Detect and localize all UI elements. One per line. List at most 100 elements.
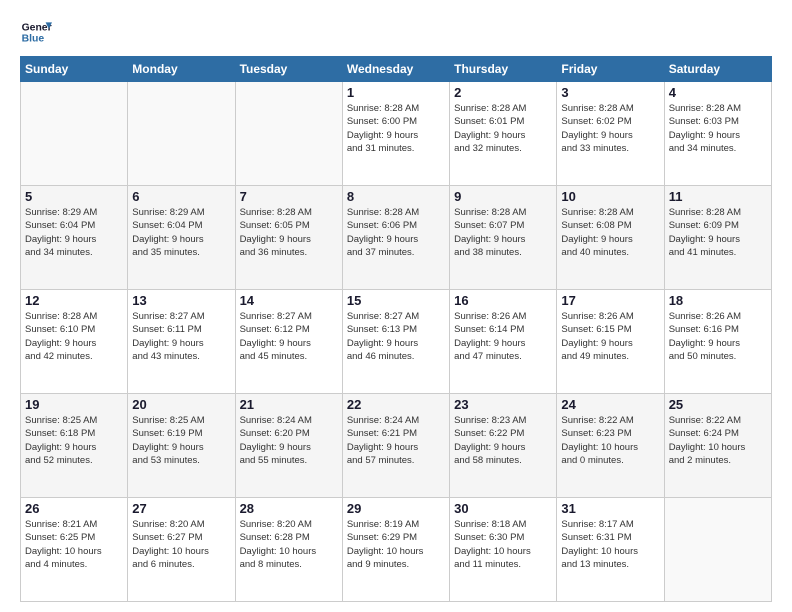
day-cell <box>21 82 128 186</box>
day-info: Sunrise: 8:25 AM Sunset: 6:18 PM Dayligh… <box>25 414 123 467</box>
day-info: Sunrise: 8:29 AM Sunset: 6:04 PM Dayligh… <box>132 206 230 259</box>
day-info: Sunrise: 8:18 AM Sunset: 6:30 PM Dayligh… <box>454 518 552 571</box>
day-cell: 18 Sunrise: 8:26 AM Sunset: 6:16 PM Dayli… <box>664 290 771 394</box>
day-info: Sunrise: 8:28 AM Sunset: 6:09 PM Dayligh… <box>669 206 767 259</box>
week-row-5: 26 Sunrise: 8:21 AM Sunset: 6:25 PM Dayli… <box>21 498 772 602</box>
day-cell: 11 Sunrise: 8:28 AM Sunset: 6:09 PM Dayli… <box>664 186 771 290</box>
day-number: 26 <box>25 501 123 516</box>
day-cell: 22 Sunrise: 8:24 AM Sunset: 6:21 PM Dayli… <box>342 394 449 498</box>
weekday-header-row: SundayMondayTuesdayWednesdayThursdayFrid… <box>21 57 772 82</box>
day-info: Sunrise: 8:23 AM Sunset: 6:22 PM Dayligh… <box>454 414 552 467</box>
day-cell: 3 Sunrise: 8:28 AM Sunset: 6:02 PM Daylig… <box>557 82 664 186</box>
day-number: 27 <box>132 501 230 516</box>
day-cell: 23Sunrise: 8:23 AM Sunset: 6:22 PM Dayli… <box>450 394 557 498</box>
weekday-tuesday: Tuesday <box>235 57 342 82</box>
week-row-4: 19Sunrise: 8:25 AM Sunset: 6:18 PM Dayli… <box>21 394 772 498</box>
day-info: Sunrise: 8:28 AM Sunset: 6:03 PM Dayligh… <box>669 102 767 155</box>
day-number: 31 <box>561 501 659 516</box>
day-cell: 21 Sunrise: 8:24 AM Sunset: 6:20 PM Dayli… <box>235 394 342 498</box>
day-number: 3 <box>561 85 659 100</box>
day-cell: 26 Sunrise: 8:21 AM Sunset: 6:25 PM Dayli… <box>21 498 128 602</box>
day-info: Sunrise: 8:28 AM Sunset: 6:00 PM Dayligh… <box>347 102 445 155</box>
day-cell: 27 Sunrise: 8:20 AM Sunset: 6:27 PM Dayli… <box>128 498 235 602</box>
day-cell: 14Sunrise: 8:27 AM Sunset: 6:12 PM Dayli… <box>235 290 342 394</box>
week-row-3: 12 Sunrise: 8:28 AM Sunset: 6:10 PM Dayli… <box>21 290 772 394</box>
logo: General Blue <box>20 16 52 48</box>
day-number: 18 <box>669 293 767 308</box>
day-number: 6 <box>132 189 230 204</box>
day-number: 28 <box>240 501 338 516</box>
day-info: Sunrise: 8:29 AM Sunset: 6:04 PM Dayligh… <box>25 206 123 259</box>
day-number: 13 <box>132 293 230 308</box>
day-info: Sunrise: 8:22 AM Sunset: 6:24 PM Dayligh… <box>669 414 767 467</box>
day-cell: 13 Sunrise: 8:27 AM Sunset: 6:11 PM Dayli… <box>128 290 235 394</box>
day-info: Sunrise: 8:19 AM Sunset: 6:29 PM Dayligh… <box>347 518 445 571</box>
day-cell: 20 Sunrise: 8:25 AM Sunset: 6:19 PM Dayli… <box>128 394 235 498</box>
day-info: Sunrise: 8:28 AM Sunset: 6:02 PM Dayligh… <box>561 102 659 155</box>
day-cell: 15 Sunrise: 8:27 AM Sunset: 6:13 PM Dayli… <box>342 290 449 394</box>
week-row-2: 5 Sunrise: 8:29 AM Sunset: 6:04 PM Daylig… <box>21 186 772 290</box>
day-cell: 25 Sunrise: 8:22 AM Sunset: 6:24 PM Dayli… <box>664 394 771 498</box>
day-number: 14 <box>240 293 338 308</box>
day-cell: 7 Sunrise: 8:28 AM Sunset: 6:05 PM Daylig… <box>235 186 342 290</box>
day-cell: 2Sunrise: 8:28 AM Sunset: 6:01 PM Daylig… <box>450 82 557 186</box>
day-info: Sunrise: 8:21 AM Sunset: 6:25 PM Dayligh… <box>25 518 123 571</box>
day-number: 12 <box>25 293 123 308</box>
day-info: Sunrise: 8:28 AM Sunset: 6:07 PM Dayligh… <box>454 206 552 259</box>
svg-text:Blue: Blue <box>22 34 45 45</box>
day-cell: 28Sunrise: 8:20 AM Sunset: 6:28 PM Dayli… <box>235 498 342 602</box>
day-cell: 6 Sunrise: 8:29 AM Sunset: 6:04 PM Daylig… <box>128 186 235 290</box>
day-info: Sunrise: 8:25 AM Sunset: 6:19 PM Dayligh… <box>132 414 230 467</box>
day-cell <box>235 82 342 186</box>
day-info: Sunrise: 8:20 AM Sunset: 6:27 PM Dayligh… <box>132 518 230 571</box>
day-info: Sunrise: 8:26 AM Sunset: 6:14 PM Dayligh… <box>454 310 552 363</box>
weekday-friday: Friday <box>557 57 664 82</box>
day-number: 4 <box>669 85 767 100</box>
day-cell: 30 Sunrise: 8:18 AM Sunset: 6:30 PM Dayli… <box>450 498 557 602</box>
day-cell: 8Sunrise: 8:28 AM Sunset: 6:06 PM Daylig… <box>342 186 449 290</box>
day-cell: 17Sunrise: 8:26 AM Sunset: 6:15 PM Dayli… <box>557 290 664 394</box>
day-number: 17 <box>561 293 659 308</box>
page: General Blue SundayMondayTuesdayWednesda… <box>0 0 792 612</box>
day-number: 11 <box>669 189 767 204</box>
day-number: 10 <box>561 189 659 204</box>
day-number: 15 <box>347 293 445 308</box>
day-cell: 16 Sunrise: 8:26 AM Sunset: 6:14 PM Dayli… <box>450 290 557 394</box>
day-info: Sunrise: 8:17 AM Sunset: 6:31 PM Dayligh… <box>561 518 659 571</box>
day-cell: 1Sunrise: 8:28 AM Sunset: 6:00 PM Daylig… <box>342 82 449 186</box>
day-number: 24 <box>561 397 659 412</box>
weekday-saturday: Saturday <box>664 57 771 82</box>
day-number: 2 <box>454 85 552 100</box>
day-number: 20 <box>132 397 230 412</box>
day-cell: 29 Sunrise: 8:19 AM Sunset: 6:29 PM Dayli… <box>342 498 449 602</box>
calendar: SundayMondayTuesdayWednesdayThursdayFrid… <box>20 56 772 602</box>
day-number: 9 <box>454 189 552 204</box>
day-info: Sunrise: 8:28 AM Sunset: 6:06 PM Dayligh… <box>347 206 445 259</box>
day-info: Sunrise: 8:28 AM Sunset: 6:08 PM Dayligh… <box>561 206 659 259</box>
day-number: 25 <box>669 397 767 412</box>
day-info: Sunrise: 8:28 AM Sunset: 6:05 PM Dayligh… <box>240 206 338 259</box>
day-cell: 31 Sunrise: 8:17 AM Sunset: 6:31 PM Dayli… <box>557 498 664 602</box>
day-number: 29 <box>347 501 445 516</box>
day-number: 30 <box>454 501 552 516</box>
day-info: Sunrise: 8:27 AM Sunset: 6:13 PM Dayligh… <box>347 310 445 363</box>
day-cell: 12 Sunrise: 8:28 AM Sunset: 6:10 PM Dayli… <box>21 290 128 394</box>
day-info: Sunrise: 8:24 AM Sunset: 6:20 PM Dayligh… <box>240 414 338 467</box>
day-number: 7 <box>240 189 338 204</box>
day-info: Sunrise: 8:24 AM Sunset: 6:21 PM Dayligh… <box>347 414 445 467</box>
day-number: 22 <box>347 397 445 412</box>
day-number: 16 <box>454 293 552 308</box>
day-cell: 5 Sunrise: 8:29 AM Sunset: 6:04 PM Daylig… <box>21 186 128 290</box>
header: General Blue <box>20 16 772 48</box>
day-number: 5 <box>25 189 123 204</box>
day-info: Sunrise: 8:26 AM Sunset: 6:16 PM Dayligh… <box>669 310 767 363</box>
day-number: 21 <box>240 397 338 412</box>
logo-icon: General Blue <box>20 16 52 48</box>
day-info: Sunrise: 8:27 AM Sunset: 6:11 PM Dayligh… <box>132 310 230 363</box>
day-cell <box>664 498 771 602</box>
weekday-sunday: Sunday <box>21 57 128 82</box>
week-row-1: 1Sunrise: 8:28 AM Sunset: 6:00 PM Daylig… <box>21 82 772 186</box>
day-info: Sunrise: 8:28 AM Sunset: 6:10 PM Dayligh… <box>25 310 123 363</box>
day-cell <box>128 82 235 186</box>
weekday-thursday: Thursday <box>450 57 557 82</box>
